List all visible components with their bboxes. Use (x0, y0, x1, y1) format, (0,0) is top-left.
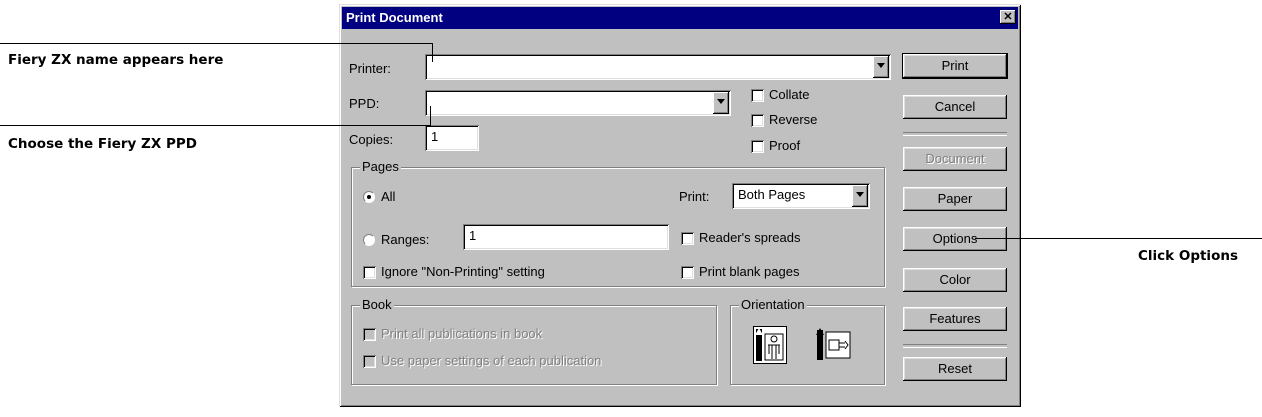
orientation-group-title: Orientation (739, 297, 807, 313)
callout-options: Click Options (1138, 248, 1238, 264)
book-group: Book (351, 297, 717, 385)
reverse-label: Reverse (769, 112, 818, 127)
chevron-down-icon[interactable] (873, 56, 889, 78)
chevron-down-icon[interactable] (713, 92, 729, 114)
print-label: Print: (679, 189, 710, 204)
options-button[interactable]: Options (903, 227, 1007, 251)
callout-line-printer-drop (432, 43, 433, 62)
print-button[interactable]: Print (902, 53, 1008, 79)
ranges-label: Ranges: (381, 232, 430, 247)
print-all-publications-label: Print all publications in book (381, 326, 543, 341)
callout-line-options (975, 238, 1262, 239)
readers-spreads-label: Reader's spreads (699, 230, 801, 245)
callout-printer-name: Fiery ZX name appears here (8, 52, 224, 68)
callout-line-ppd-rise (430, 106, 431, 126)
print-document-dialog: Print Document ✕ Printer: PPD: Collate R… (339, 4, 1021, 407)
ranges-radio[interactable] (363, 234, 375, 246)
copies-input[interactable]: 1 (425, 125, 479, 151)
readers-spreads-checkbox[interactable] (681, 232, 694, 245)
button-separator (903, 344, 1007, 348)
cancel-button[interactable]: Cancel (903, 95, 1007, 119)
features-button[interactable]: Features (903, 307, 1007, 331)
portrait-orientation-icon[interactable] (753, 326, 787, 364)
ranges-input[interactable]: 1 (463, 224, 669, 250)
collate-label: Collate (769, 87, 810, 102)
paper-button[interactable]: Paper (903, 187, 1007, 211)
collate-checkbox[interactable] (751, 89, 764, 102)
ppd-label: PPD: (349, 96, 380, 111)
chevron-down-icon[interactable] (852, 185, 868, 207)
callout-line-ppd (0, 125, 431, 126)
ignore-nonprinting-label: Ignore "Non-Printing" setting (381, 264, 545, 279)
dialog-title: Print Document (346, 10, 443, 25)
button-separator (903, 132, 1007, 136)
proof-checkbox[interactable] (751, 140, 764, 153)
color-button[interactable]: Color (903, 268, 1007, 292)
close-icon[interactable]: ✕ (1000, 10, 1016, 24)
dialog-titlebar: Print Document ✕ (342, 7, 1018, 29)
print-pages-value: Both Pages (738, 187, 806, 202)
landscape-orientation-icon[interactable] (815, 326, 853, 364)
print-all-publications-checkbox[interactable] (363, 328, 376, 341)
callout-ppd: Choose the Fiery ZX PPD (8, 136, 197, 152)
ignore-nonprinting-checkbox[interactable] (363, 266, 376, 279)
callout-line-printer (0, 43, 433, 44)
printer-dropdown[interactable] (425, 54, 891, 80)
proof-label: Proof (769, 138, 801, 153)
print-pages-dropdown[interactable]: Both Pages (732, 183, 870, 209)
ppd-dropdown[interactable] (425, 90, 731, 116)
all-pages-radio[interactable] (363, 191, 375, 203)
reverse-checkbox[interactable] (751, 114, 764, 127)
use-paper-settings-label: Use paper settings of each publication (381, 353, 602, 368)
printer-label: Printer: (349, 61, 391, 76)
pages-group-title: Pages (360, 159, 401, 175)
all-pages-label: All (381, 189, 396, 204)
print-blank-pages-label: Print blank pages (699, 264, 800, 279)
document-button[interactable]: Document (903, 147, 1007, 171)
print-blank-pages-checkbox[interactable] (681, 266, 694, 279)
use-paper-settings-checkbox[interactable] (363, 355, 376, 368)
reset-button[interactable]: Reset (903, 357, 1007, 381)
book-group-title: Book (360, 297, 394, 313)
copies-label: Copies: (349, 132, 394, 147)
